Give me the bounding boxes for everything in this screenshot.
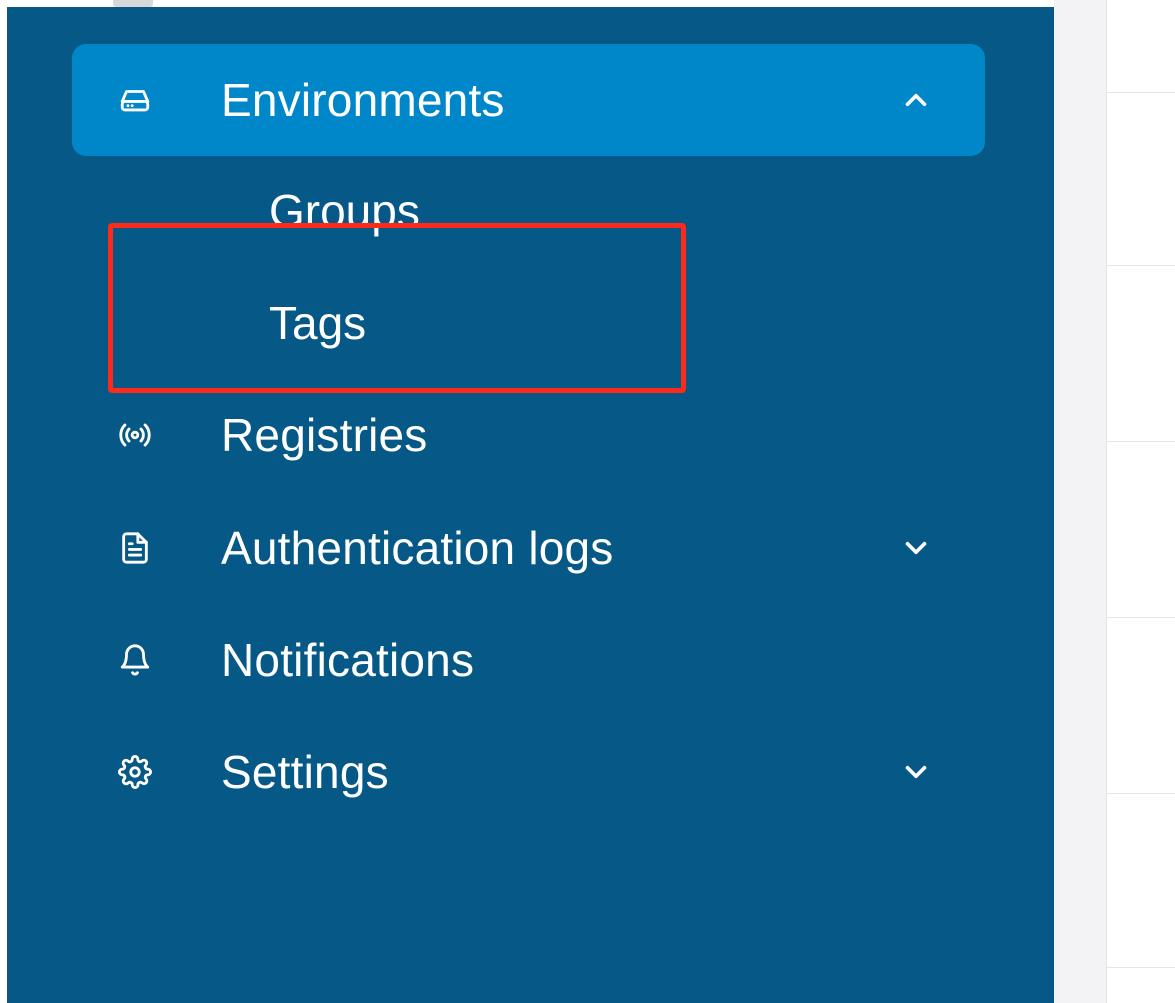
content-gutter [1054, 0, 1107, 1003]
bell-icon [118, 604, 152, 716]
row-divider [1107, 967, 1175, 968]
gear-icon [118, 716, 152, 828]
sidebar-item-label: Registries [221, 409, 428, 461]
broadcast-icon [118, 379, 152, 491]
sidebar-subitem-label: Groups [269, 185, 420, 237]
main-content-edge [1054, 0, 1175, 1003]
sidebar-item-notifications[interactable]: Notifications [72, 604, 985, 716]
sidebar-item-settings[interactable]: Settings [72, 716, 985, 828]
sidebar: Environments Groups Tags Registries Auth… [7, 7, 1054, 1003]
chevron-down-icon[interactable] [898, 716, 934, 828]
sidebar-item-label: Authentication logs [221, 522, 614, 574]
row-divider [1107, 441, 1175, 442]
sidebar-subitem-groups[interactable]: Groups [269, 165, 689, 257]
window-edge [113, 0, 153, 7]
chevron-up-icon[interactable] [898, 44, 934, 156]
screen: Environments Groups Tags Registries Auth… [0, 0, 1175, 1003]
sidebar-item-registries[interactable]: Registries [72, 379, 985, 491]
sidebar-item-label: Settings [221, 746, 389, 798]
sidebar-item-label: Environments [221, 74, 505, 126]
sidebar-item-environments[interactable]: Environments [72, 44, 985, 156]
sidebar-subitem-tags[interactable]: Tags [269, 277, 689, 369]
sidebar-item-label: Notifications [221, 634, 475, 686]
row-divider [1107, 92, 1175, 93]
file-text-icon [118, 492, 152, 604]
row-divider [1107, 793, 1175, 794]
sidebar-item-authentication-logs[interactable]: Authentication logs [72, 492, 985, 604]
row-divider [1107, 265, 1175, 266]
row-divider [1107, 617, 1175, 618]
chevron-down-icon[interactable] [898, 492, 934, 604]
sidebar-subitem-label: Tags [269, 297, 367, 349]
hard-drive-icon [118, 44, 152, 156]
